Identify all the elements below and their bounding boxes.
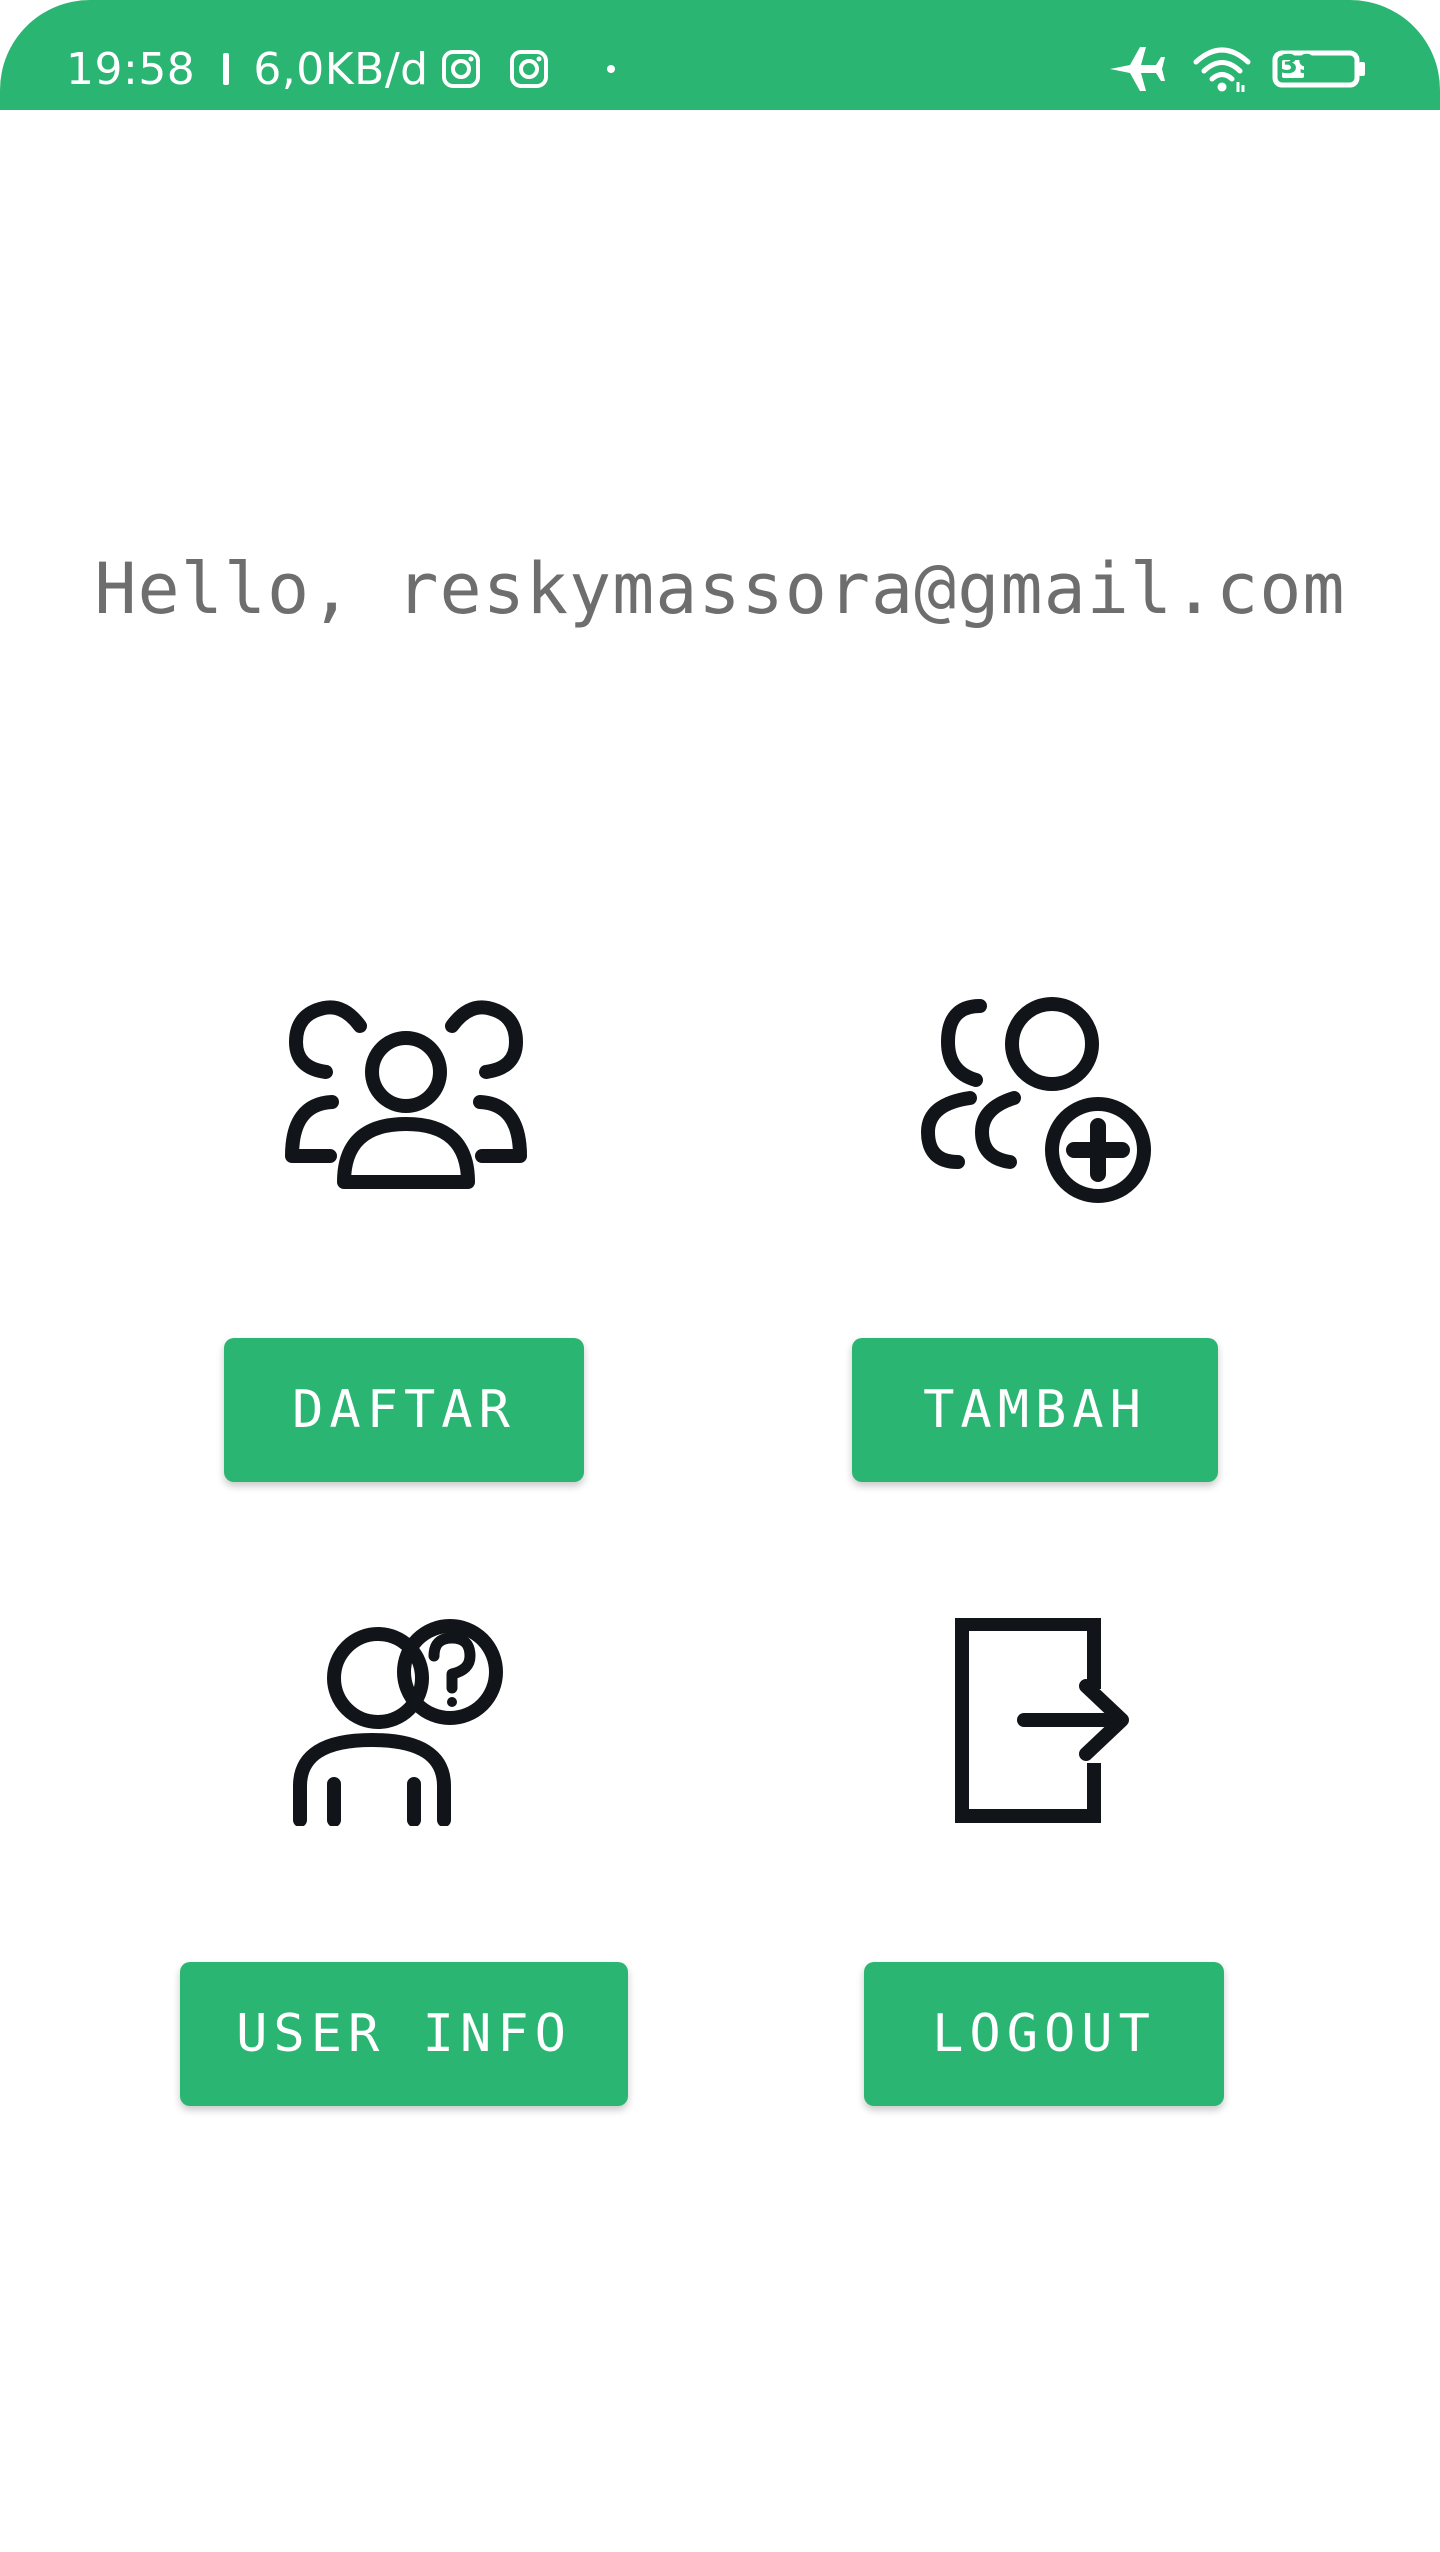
greeting-text: Hello, reskymassora@gmail.com: [94, 548, 1346, 630]
instagram-icon: [509, 50, 548, 88]
notification-dot-icon: [606, 65, 615, 73]
status-separator: [223, 53, 230, 85]
user-info-button[interactable]: USER INFO: [180, 1962, 628, 2106]
logout-button[interactable]: LOGOUT: [864, 1962, 1224, 2106]
instagram-icon: [441, 50, 480, 88]
add-user-icon: [918, 992, 1158, 1204]
airplane-icon: [1110, 47, 1165, 91]
network-speed: 6,0KB/d: [253, 43, 429, 95]
wifi-icon: [1193, 47, 1251, 92]
daftar-button[interactable]: DAFTAR: [224, 1338, 584, 1482]
user-question-icon: [290, 1614, 506, 1826]
status-right: [1108, 0, 1368, 138]
status-time: 19:58: [66, 43, 196, 95]
battery-level: 39: [1279, 50, 1317, 80]
group-users-icon: [284, 996, 528, 1196]
status-left: 19:58 6,0KB/d: [66, 0, 615, 138]
tambah-button[interactable]: TAMBAH: [852, 1338, 1218, 1482]
logout-icon: [954, 1618, 1136, 1824]
status-bar: 19:58 6,0KB/d: [0, 0, 1440, 110]
